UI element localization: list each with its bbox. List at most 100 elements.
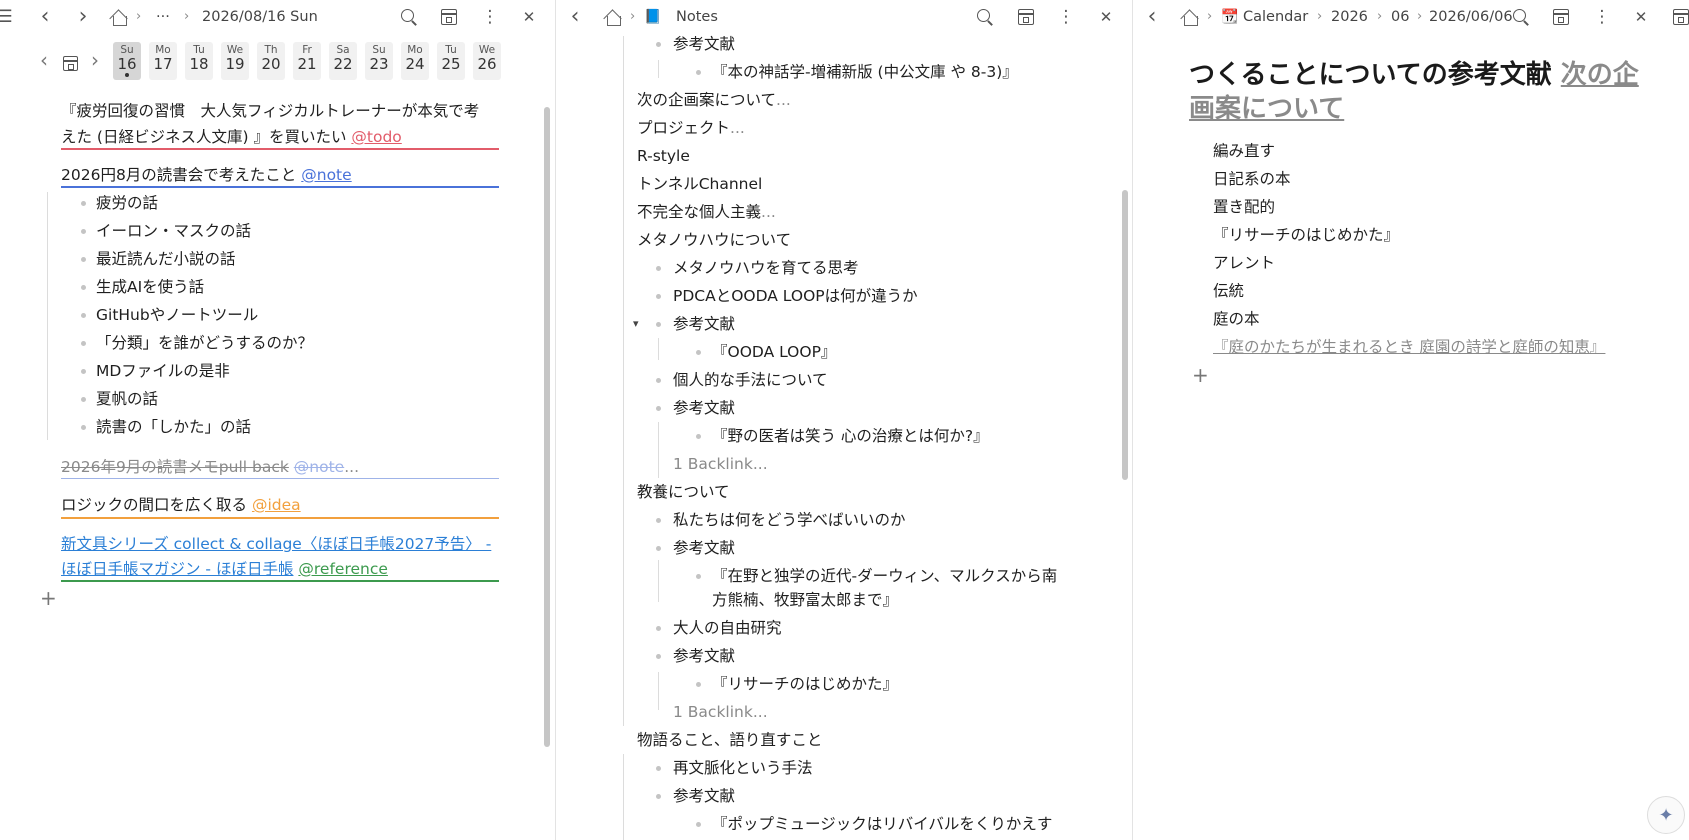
calendar-next-button[interactable]: ›	[91, 48, 99, 72]
list-item[interactable]: 読書の「しかた」の話	[96, 415, 251, 439]
list-item[interactable]: MDファイルの是非	[96, 359, 230, 383]
todo-tag[interactable]: @todo	[351, 128, 401, 146]
backlink[interactable]: 1 Backlink...	[673, 452, 768, 476]
calendar-day[interactable]: Fr 21	[293, 42, 321, 80]
list-item[interactable]: 夏帆の話	[96, 387, 158, 411]
outline-item[interactable]: プロジェクト...	[637, 116, 745, 140]
more-icon[interactable]: ⋮	[477, 0, 503, 34]
calendar-icon[interactable]	[1553, 0, 1569, 34]
outline-item[interactable]: PDCAとOODA LOOPは何が違うか	[673, 284, 918, 308]
add-block-button[interactable]: +	[40, 586, 57, 610]
outline-item[interactable]: 参考文献	[673, 644, 735, 668]
heading-link[interactable]: 次の企	[1561, 60, 1639, 90]
calendar-day[interactable]: Su 23	[365, 42, 393, 80]
list-item[interactable]: アレント	[1213, 251, 1275, 275]
calendar-icon[interactable]	[1018, 0, 1034, 34]
search-icon[interactable]	[976, 0, 994, 34]
outline-item[interactable]: 教養について	[637, 480, 730, 504]
idea-tag[interactable]: @idea	[252, 496, 301, 514]
calendar-icon[interactable]	[1673, 0, 1689, 34]
breadcrumb[interactable]: Calendar	[1243, 0, 1308, 34]
list-item[interactable]: 生成AIを使う話	[96, 275, 204, 299]
list-item[interactable]: GitHubやノートツール	[96, 303, 258, 327]
outline-item[interactable]: 『野の医者は笑う 心の治療とは何か?』	[712, 424, 989, 448]
outline-item[interactable]: 私たちは何をどう学べばいいのか	[673, 508, 906, 532]
outline-item[interactable]: 『在野と独学の近代-ダーウィン、マルクスから南	[712, 564, 1057, 588]
reference-link[interactable]: ほぼ日手帳マガジン - ほぼ日手帳	[61, 560, 293, 578]
home-icon[interactable]	[110, 0, 128, 34]
calendar-icon[interactable]	[441, 0, 457, 34]
forward-button[interactable]: ›	[70, 0, 96, 34]
calendar-day[interactable]: Th 20	[257, 42, 285, 80]
outline-item[interactable]: トンネルChannel	[637, 172, 762, 196]
outline-item[interactable]: 『ポップミュージックはリバイバルをくりかえす	[712, 812, 1052, 836]
calendar-day[interactable]: Tu 25	[437, 42, 465, 80]
more-icon[interactable]: ⋮	[1589, 0, 1615, 34]
heading-link[interactable]: 画案について	[1189, 94, 1344, 124]
calendar-day[interactable]: We 19	[221, 42, 249, 80]
list-item-link[interactable]: 『庭のかたちが生まれるとき 庭園の詩学と庭師の知恵』	[1213, 335, 1605, 359]
search-icon[interactable]	[1512, 0, 1530, 34]
reference-link[interactable]: 新文具シリーズ collect & collage〈ほぼ日手帳2027予告〉 -	[61, 532, 491, 556]
outline-item[interactable]: 物語ること、語り直すこと	[637, 728, 822, 752]
list-item[interactable]: 庭の本	[1213, 307, 1260, 331]
outline-item[interactable]: 参考文献	[673, 536, 735, 560]
breadcrumb-ellipsis[interactable]: ···	[156, 0, 170, 34]
list-item[interactable]: 伝統	[1213, 279, 1244, 303]
calendar-prev-button[interactable]: ‹	[40, 48, 48, 72]
calendar-day[interactable]: We 26	[473, 42, 501, 80]
list-item[interactable]: 疲労の話	[96, 191, 158, 215]
home-icon[interactable]	[1181, 0, 1199, 34]
breadcrumb[interactable]: 06	[1391, 0, 1409, 34]
outline-item[interactable]: 『本の神話学-増補新版 (中公文庫 や 8-3)』	[712, 60, 1018, 84]
outline-item[interactable]: R-style	[637, 144, 690, 168]
calendar-grid-icon[interactable]	[63, 53, 78, 72]
outline-item[interactable]: 大人の自由研究	[673, 616, 782, 640]
back-button[interactable]: ‹	[562, 0, 588, 34]
outline-item[interactable]: 再文脈化という手法	[673, 756, 813, 780]
calendar-day[interactable]: Su 16	[113, 42, 141, 80]
outline-item[interactable]: 方熊楠、牧野富太郎まで』	[712, 588, 898, 612]
breadcrumb[interactable]: 2026/06/06	[1429, 0, 1513, 34]
note-tag[interactable]: @note	[301, 166, 351, 184]
outline-item[interactable]: 参考文献	[673, 32, 735, 56]
outline-item[interactable]: メタノウハウについて	[637, 228, 791, 252]
close-icon[interactable]: ✕	[516, 0, 542, 34]
outline-item[interactable]: 『OODA LOOP』	[712, 340, 836, 364]
calendar-day[interactable]: Sa 22	[329, 42, 357, 80]
list-item[interactable]: 「分類」を誰がどうするのか？	[96, 331, 313, 355]
mid-scrollbar[interactable]	[1122, 190, 1128, 480]
calendar-day[interactable]: Mo 17	[149, 42, 177, 80]
list-item[interactable]: 編み直す	[1213, 139, 1275, 163]
outline-item[interactable]: 不完全な個人主義...	[637, 200, 776, 224]
search-icon[interactable]	[400, 0, 418, 34]
outline-item[interactable]: メタノウハウを育てる思考	[673, 256, 859, 280]
menu-icon[interactable]: ☰	[0, 0, 18, 34]
home-icon[interactable]	[604, 0, 622, 34]
outline-item[interactable]: 次の企画案について...	[637, 88, 791, 112]
outline-item[interactable]: 参考文献	[673, 396, 735, 420]
ai-assistant-button[interactable]: ✦	[1647, 796, 1685, 834]
calendar-day[interactable]: Tu 18	[185, 42, 213, 80]
outline-item[interactable]: 参考文献	[673, 312, 735, 336]
breadcrumb[interactable]: 2026	[1331, 0, 1368, 34]
close-icon[interactable]: ✕	[1628, 0, 1654, 34]
outline-item[interactable]: 参考文献	[673, 784, 735, 808]
more-icon[interactable]: ⋮	[1053, 0, 1079, 34]
reference-tag[interactable]: @reference	[298, 560, 388, 578]
outline-item[interactable]: 個人的な手法について	[673, 368, 828, 392]
left-scrollbar[interactable]	[544, 107, 550, 747]
list-item[interactable]: 置き配的	[1213, 195, 1275, 219]
list-item[interactable]: 日記系の本	[1213, 167, 1291, 191]
collapse-toggle-icon[interactable]: ▾	[633, 312, 639, 336]
note-tag[interactable]: @note	[294, 458, 344, 476]
list-item[interactable]: イーロン・マスクの話	[96, 219, 251, 243]
outline-item[interactable]: 『リサーチのはじめかた』	[712, 672, 898, 696]
list-item[interactable]: 『リサーチのはじめかた』	[1213, 223, 1399, 247]
add-block-button[interactable]: +	[1192, 363, 1209, 387]
back-button[interactable]: ‹	[1139, 0, 1165, 34]
close-icon[interactable]: ✕	[1093, 0, 1119, 34]
back-button[interactable]: ‹	[32, 0, 58, 34]
calendar-day[interactable]: Mo 24	[401, 42, 429, 80]
list-item[interactable]: 最近読んだ小説の話	[96, 247, 236, 271]
